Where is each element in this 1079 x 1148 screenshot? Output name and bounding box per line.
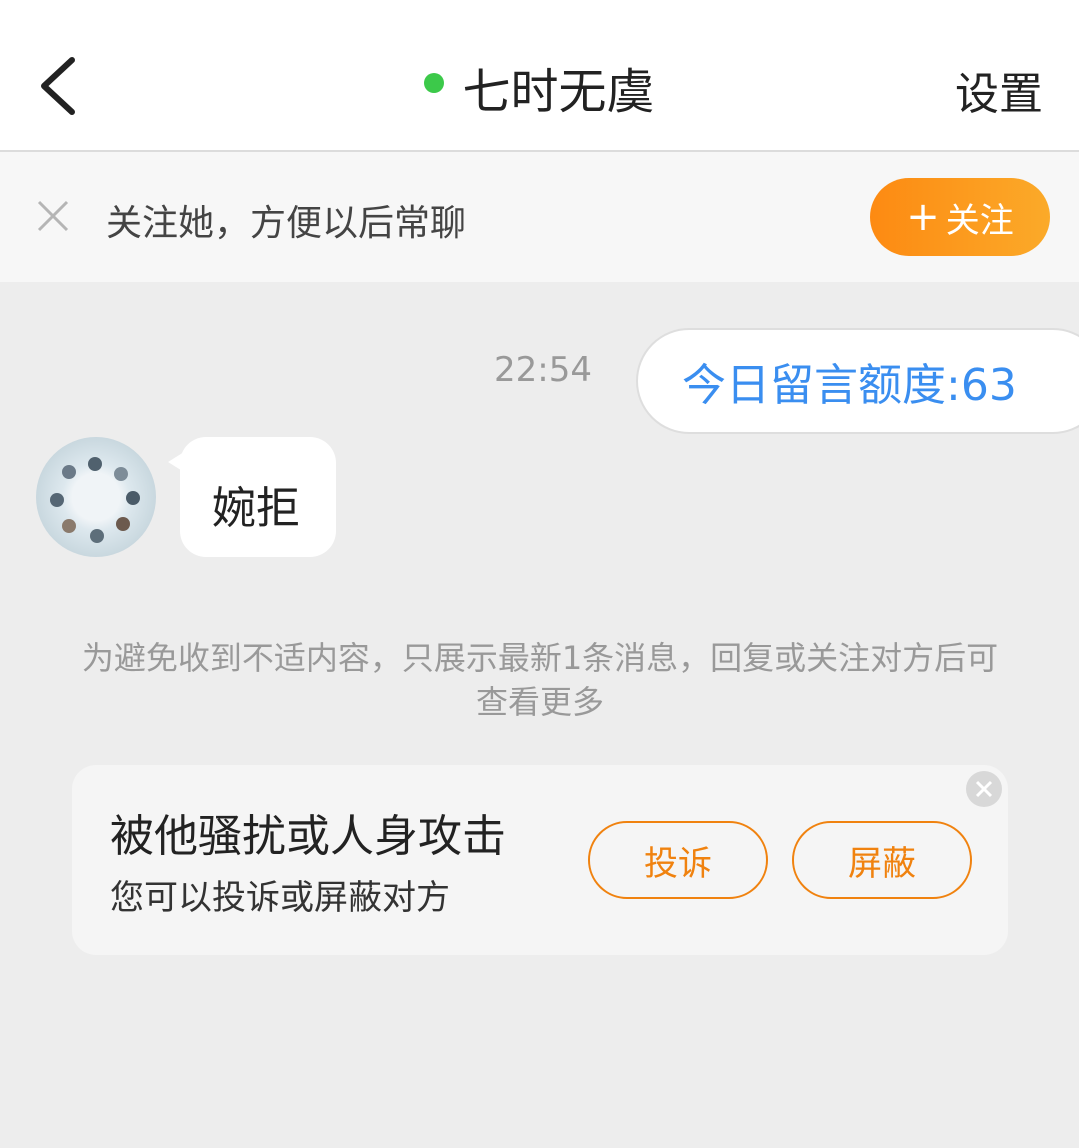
block-button[interactable]: 屏蔽 — [792, 821, 972, 899]
report-card-subtitle: 您可以投诉或屏蔽对方 — [110, 878, 450, 918]
online-status-dot — [424, 73, 445, 93]
page-title: 七时无虞 — [462, 64, 655, 120]
close-icon — [975, 780, 993, 798]
plus-icon: + — [906, 194, 940, 240]
follow-banner-text: 关注她，方便以后常聊 — [106, 203, 467, 244]
settings-button[interactable]: 设置 — [955, 58, 1043, 122]
banner-close-button[interactable] — [36, 199, 70, 233]
avatar[interactable] — [36, 437, 156, 557]
report-card-close-button[interactable] — [966, 771, 1002, 807]
sent-message-text: 今日留言额度:63 — [682, 360, 1017, 411]
close-icon — [37, 200, 69, 232]
received-message-text: 婉拒 — [212, 483, 300, 534]
follow-button-label: 关注 — [945, 200, 1014, 241]
filter-notice-text: 为避免收到不适内容，只展示最新1条消息，回复或关注对方后可查看更多 — [81, 639, 999, 721]
chat-title-area: 七时无虞 — [0, 52, 1079, 120]
message-timestamp: 22:54 — [494, 350, 592, 390]
follow-button[interactable]: + 关注 — [870, 178, 1050, 256]
report-card-title: 被他骚扰或人身攻击 — [110, 811, 506, 862]
top-navigation-bar: 七时无虞 设置 — [0, 0, 1079, 152]
sent-message-bubble[interactable]: 今日留言额度:63 — [636, 328, 1079, 434]
report-button[interactable]: 投诉 — [588, 821, 768, 899]
